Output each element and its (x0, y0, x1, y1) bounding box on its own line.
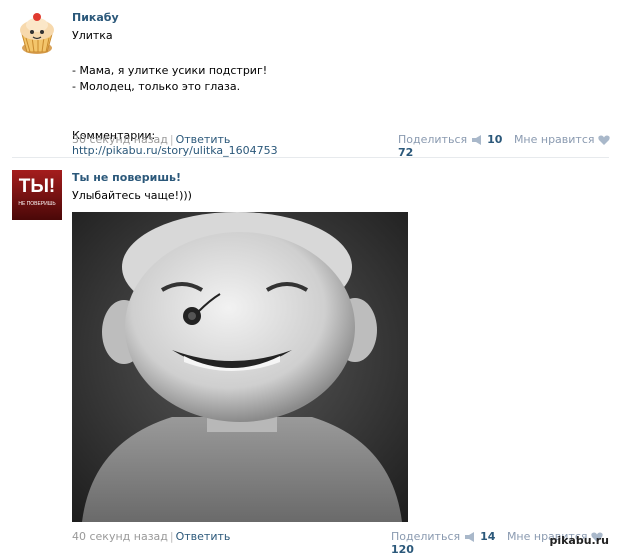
post-author[interactable]: Ты не поверишь! (72, 171, 181, 184)
avatar-logo-subtext: НЕ ПОВЕРИШЬ (18, 201, 56, 207)
post-author[interactable]: Пикабу (72, 11, 119, 24)
share-button[interactable]: Поделиться 14 (391, 530, 499, 543)
megaphone-icon (471, 135, 481, 145)
share-count: 10 (487, 133, 503, 146)
post-text-line: - Молодец, только это глаза. (72, 80, 241, 93)
watermark: pikabu.ru (549, 534, 609, 547)
post-text-title: Улитка (72, 29, 113, 42)
megaphone-icon (464, 532, 474, 542)
reply-button[interactable]: Ответить (176, 133, 231, 146)
post-time[interactable]: 30 секунд назад (72, 133, 168, 146)
post-text: Улыбайтесь чаще!))) (72, 189, 192, 202)
avatar-cupcake-icon[interactable] (12, 8, 62, 58)
share-count: 14 (480, 530, 496, 543)
avatar-logo-text: ТЫ! (18, 176, 56, 197)
post-text-line: - Мама, я улитке усики подстриг! (72, 64, 268, 77)
reply-button[interactable]: Ответить (176, 530, 231, 543)
avatar-logo[interactable]: ТЫ! НЕ ПОВЕРИШЬ (12, 170, 62, 220)
like-label: Мне нравится (513, 133, 595, 146)
post-meta: 30 секунд назад | Ответить (72, 133, 231, 146)
post-divider (12, 157, 609, 158)
post-stats: Поделиться 10 Мне нравится 72 (398, 133, 617, 159)
like-count: 120 (391, 543, 414, 556)
share-button[interactable]: Поделиться 10 (398, 133, 506, 146)
share-label: Поделиться (398, 133, 468, 146)
heart-icon (598, 135, 610, 145)
post-meta: 40 секунд назад | Ответить (72, 530, 231, 543)
post-time[interactable]: 40 секунд назад (72, 530, 168, 543)
post-photo[interactable] (72, 212, 408, 522)
share-label: Поделиться (391, 530, 461, 543)
